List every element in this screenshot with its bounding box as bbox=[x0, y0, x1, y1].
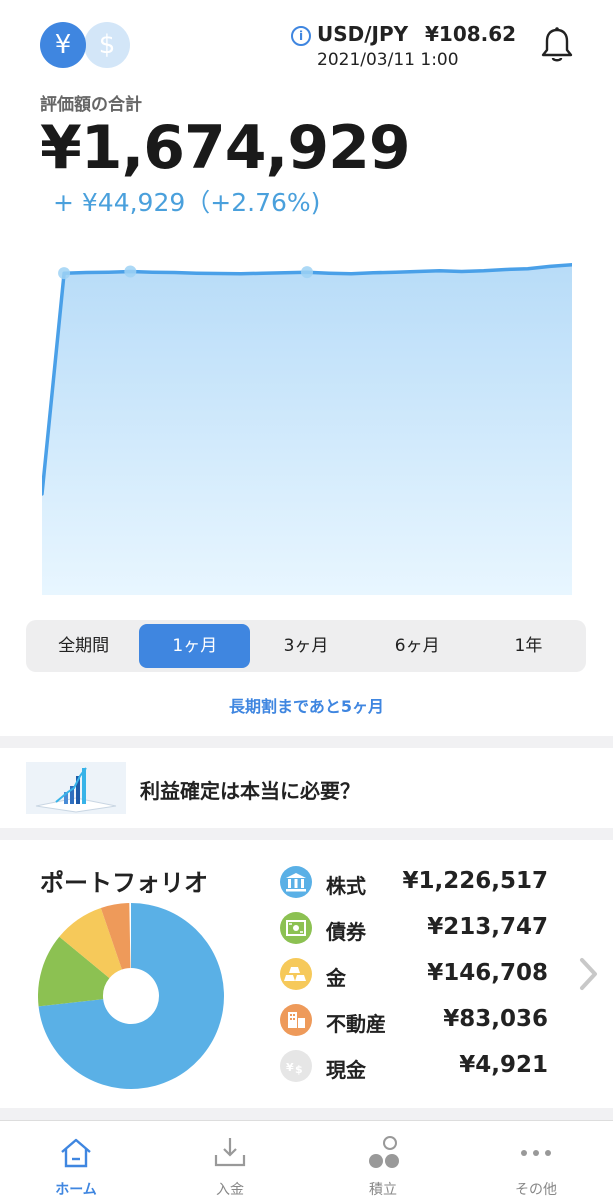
total-label: 評価額の合計 bbox=[40, 95, 142, 115]
chart-area bbox=[42, 264, 572, 595]
period-1m[interactable]: 1ヶ月 bbox=[139, 624, 251, 668]
chart-marker[interactable] bbox=[58, 267, 71, 280]
portfolio-row-stocks[interactable]: 株式 ¥1,226,517 bbox=[280, 862, 560, 908]
banner-thumbnail[interactable] bbox=[26, 762, 126, 814]
svg-text:¥: ¥ bbox=[286, 1061, 294, 1074]
info-icon[interactable]: i bbox=[291, 26, 311, 46]
valuation-area-chart[interactable] bbox=[42, 250, 572, 595]
portfolio-row-real-estate[interactable]: 不動産 ¥83,036 bbox=[280, 1000, 560, 1046]
more-icon bbox=[521, 1150, 551, 1156]
asset-name: 債券 bbox=[326, 920, 366, 944]
tab-more[interactable]: その他 bbox=[486, 1121, 586, 1200]
asset-value: ¥1,226,517 bbox=[402, 868, 548, 894]
section-divider bbox=[0, 828, 613, 840]
bank-icon bbox=[280, 866, 312, 898]
asset-name: 金 bbox=[326, 966, 346, 990]
tab-label: 積立 bbox=[369, 1182, 397, 1198]
asset-name: 現金 bbox=[326, 1058, 366, 1082]
dollar-icon[interactable]: $ bbox=[84, 22, 130, 68]
period-1y[interactable]: 1年 bbox=[473, 624, 584, 668]
asset-value: ¥83,036 bbox=[443, 1006, 548, 1032]
section-divider bbox=[0, 736, 613, 748]
cash-icon: ¥ $ bbox=[280, 1050, 312, 1082]
asset-name: 株式 bbox=[326, 874, 366, 898]
header: $ ¥ i USD/JPY ¥108.62 2021/03/11 1:00 bbox=[0, 0, 613, 90]
deposit-icon bbox=[214, 1138, 246, 1167]
asset-value: ¥213,747 bbox=[427, 914, 548, 940]
bond-icon bbox=[280, 912, 312, 944]
chart-marker[interactable] bbox=[301, 266, 313, 279]
yen-icon[interactable]: ¥ bbox=[40, 22, 86, 68]
portfolio-row-bonds[interactable]: 債券 ¥213,747 bbox=[280, 908, 560, 954]
asset-value: ¥4,921 bbox=[459, 1052, 548, 1078]
portfolio-row-gold[interactable]: 金 ¥146,708 bbox=[280, 954, 560, 1000]
tab-deposit[interactable]: 入金 bbox=[180, 1121, 280, 1200]
chevron-right-icon[interactable] bbox=[576, 955, 600, 993]
gold-icon bbox=[280, 958, 312, 990]
period-all[interactable]: 全期間 bbox=[28, 624, 139, 668]
section-divider bbox=[0, 1108, 613, 1120]
banner-title[interactable]: 利益確定は本当に必要？ bbox=[140, 775, 360, 804]
total-value: ¥1,674,929 bbox=[40, 113, 411, 183]
tab-label: その他 bbox=[515, 1182, 557, 1198]
savings-icon bbox=[369, 1136, 399, 1168]
svg-text:$: $ bbox=[295, 1063, 303, 1076]
bell-icon[interactable] bbox=[540, 26, 574, 64]
period-selector: 全期間 1ヶ月 3ヶ月 6ヶ月 1年 bbox=[26, 620, 586, 672]
chart-marker[interactable] bbox=[124, 265, 137, 278]
long-term-discount-link[interactable]: 長期割まであと5ヶ月 bbox=[0, 693, 613, 717]
portfolio-list[interactable]: 株式 ¥1,226,517 債券 ¥213,747 金 ¥146,708 不動産… bbox=[280, 862, 560, 1092]
total-change: + ¥44,929（+2.76%) bbox=[53, 188, 321, 217]
tab-bar: ホーム 入金 積立 その他 bbox=[0, 1120, 613, 1200]
tab-savings[interactable]: 積立 bbox=[333, 1121, 433, 1200]
tab-home[interactable]: ホーム bbox=[26, 1121, 126, 1200]
period-6m[interactable]: 6ヶ月 bbox=[362, 624, 473, 668]
portfolio-row-cash[interactable]: ¥ $ 現金 ¥4,921 bbox=[280, 1046, 560, 1092]
asset-value: ¥146,708 bbox=[427, 960, 548, 986]
home-icon bbox=[61, 1138, 91, 1168]
tab-label: ホーム bbox=[55, 1182, 97, 1198]
fx-timestamp: 2021/03/11 1:00 bbox=[317, 50, 459, 70]
fx-pair: USD/JPY bbox=[317, 22, 409, 46]
asset-name: 不動産 bbox=[326, 1012, 386, 1036]
portfolio-title: ポートフォリオ bbox=[40, 869, 208, 897]
period-3m[interactable]: 3ヶ月 bbox=[250, 624, 361, 668]
fx-rate: ¥108.62 bbox=[425, 22, 517, 46]
portfolio-donut-chart[interactable] bbox=[38, 903, 224, 1089]
building-icon bbox=[280, 1004, 312, 1036]
tab-label: 入金 bbox=[216, 1182, 244, 1198]
